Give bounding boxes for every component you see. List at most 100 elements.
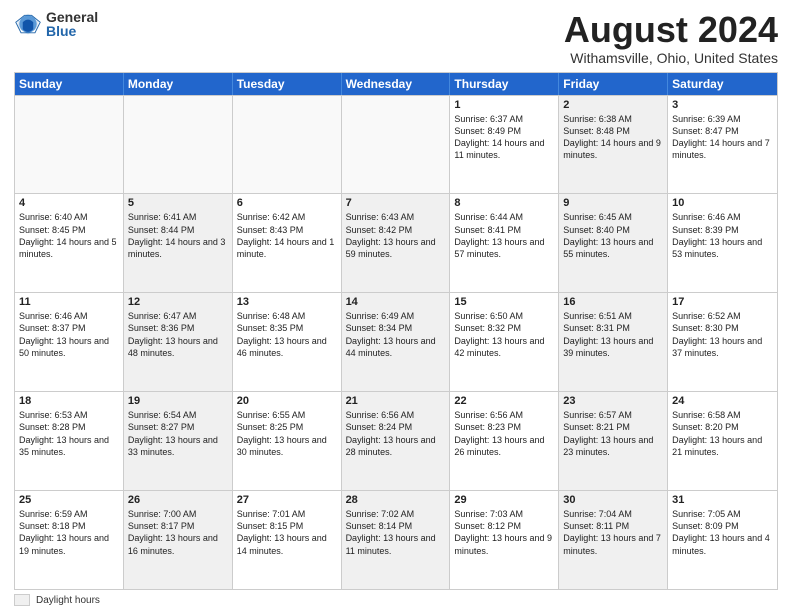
calendar-cell: 30 Sunrise: 7:04 AM Sunset: 8:11 PM Dayli…	[559, 491, 668, 589]
logo-icon	[14, 10, 42, 38]
day-number: 8	[454, 197, 554, 209]
calendar-cell: 20 Sunrise: 6:55 AM Sunset: 8:25 PM Dayli…	[233, 392, 342, 490]
calendar-cell: 10 Sunrise: 6:46 AM Sunset: 8:39 PM Dayli…	[668, 194, 777, 292]
day-number: 11	[19, 296, 119, 308]
calendar: SundayMondayTuesdayWednesdayThursdayFrid…	[14, 72, 778, 590]
cell-text: Sunrise: 6:46 AM Sunset: 8:39 PM Dayligh…	[672, 211, 773, 260]
day-number: 24	[672, 395, 773, 407]
calendar-cell: 24 Sunrise: 6:58 AM Sunset: 8:20 PM Dayli…	[668, 392, 777, 490]
logo: General Blue	[14, 10, 98, 38]
calendar-cell: 1Sunrise: 6:37 AM Sunset: 8:49 PM Daylig…	[450, 96, 559, 194]
cell-text: Sunrise: 6:50 AM Sunset: 8:32 PM Dayligh…	[454, 310, 554, 359]
day-number: 18	[19, 395, 119, 407]
weekday-header: Saturday	[668, 73, 777, 95]
day-number: 10	[672, 197, 773, 209]
calendar-row: 1Sunrise: 6:37 AM Sunset: 8:49 PM Daylig…	[15, 95, 777, 194]
calendar-cell: 23 Sunrise: 6:57 AM Sunset: 8:21 PM Dayli…	[559, 392, 668, 490]
day-number: 21	[346, 395, 446, 407]
cell-text: Sunrise: 6:56 AM Sunset: 8:23 PM Dayligh…	[454, 409, 554, 458]
calendar-cell: 18 Sunrise: 6:53 AM Sunset: 8:28 PM Dayli…	[15, 392, 124, 490]
calendar-cell: 2 Sunrise: 6:38 AM Sunset: 8:48 PM Daylig…	[559, 96, 668, 194]
calendar-cell: 19 Sunrise: 6:54 AM Sunset: 8:27 PM Dayli…	[124, 392, 233, 490]
weekday-header: Monday	[124, 73, 233, 95]
day-number: 20	[237, 395, 337, 407]
cell-text: Sunrise: 6:43 AM Sunset: 8:42 PM Dayligh…	[346, 211, 446, 260]
cell-text: Sunrise: 6:42 AM Sunset: 8:43 PM Dayligh…	[237, 211, 337, 260]
day-number: 17	[672, 296, 773, 308]
day-number: 13	[237, 296, 337, 308]
day-number: 1	[454, 99, 554, 111]
calendar-cell: 22Sunrise: 6:56 AM Sunset: 8:23 PM Dayli…	[450, 392, 559, 490]
calendar-cell	[124, 96, 233, 194]
day-number: 23	[563, 395, 663, 407]
day-number: 28	[346, 494, 446, 506]
cell-text: Sunrise: 6:58 AM Sunset: 8:20 PM Dayligh…	[672, 409, 773, 458]
cell-text: Sunrise: 6:45 AM Sunset: 8:40 PM Dayligh…	[563, 211, 663, 260]
logo-general: General	[46, 10, 98, 24]
cell-text: Sunrise: 6:48 AM Sunset: 8:35 PM Dayligh…	[237, 310, 337, 359]
day-number: 6	[237, 197, 337, 209]
calendar-cell: 15 Sunrise: 6:50 AM Sunset: 8:32 PM Dayli…	[450, 293, 559, 391]
calendar-cell: 14Sunrise: 6:49 AM Sunset: 8:34 PM Dayli…	[342, 293, 451, 391]
day-number: 30	[563, 494, 663, 506]
weekday-header: Friday	[559, 73, 668, 95]
calendar-body: 1Sunrise: 6:37 AM Sunset: 8:49 PM Daylig…	[15, 95, 777, 589]
title-block: August 2024 Withamsville, Ohio, United S…	[564, 10, 778, 66]
cell-text: Sunrise: 7:00 AM Sunset: 8:17 PM Dayligh…	[128, 508, 228, 557]
cell-text: Sunrise: 7:01 AM Sunset: 8:15 PM Dayligh…	[237, 508, 337, 557]
day-number: 14	[346, 296, 446, 308]
calendar-cell: 7 Sunrise: 6:43 AM Sunset: 8:42 PM Daylig…	[342, 194, 451, 292]
calendar-cell: 16 Sunrise: 6:51 AM Sunset: 8:31 PM Dayli…	[559, 293, 668, 391]
cell-text: Sunrise: 6:56 AM Sunset: 8:24 PM Dayligh…	[346, 409, 446, 458]
cell-text: Sunrise: 6:51 AM Sunset: 8:31 PM Dayligh…	[563, 310, 663, 359]
header: General Blue August 2024 Withamsville, O…	[14, 10, 778, 66]
cell-text: Sunrise: 6:38 AM Sunset: 8:48 PM Dayligh…	[563, 113, 663, 162]
calendar-cell: 27 Sunrise: 7:01 AM Sunset: 8:15 PM Dayli…	[233, 491, 342, 589]
legend: Daylight hours	[14, 594, 778, 606]
location: Withamsville, Ohio, United States	[564, 50, 778, 66]
calendar-cell: 13 Sunrise: 6:48 AM Sunset: 8:35 PM Dayli…	[233, 293, 342, 391]
day-number: 31	[672, 494, 773, 506]
cell-text: Sunrise: 6:47 AM Sunset: 8:36 PM Dayligh…	[128, 310, 228, 359]
calendar-cell: 29Sunrise: 7:03 AM Sunset: 8:12 PM Dayli…	[450, 491, 559, 589]
cell-text: Sunrise: 6:40 AM Sunset: 8:45 PM Dayligh…	[19, 211, 119, 260]
calendar-cell	[342, 96, 451, 194]
calendar-cell: 9Sunrise: 6:45 AM Sunset: 8:40 PM Daylig…	[559, 194, 668, 292]
weekday-header: Sunday	[15, 73, 124, 95]
day-number: 2	[563, 99, 663, 111]
calendar-cell: 11Sunrise: 6:46 AM Sunset: 8:37 PM Dayli…	[15, 293, 124, 391]
calendar-cell: 25Sunrise: 6:59 AM Sunset: 8:18 PM Dayli…	[15, 491, 124, 589]
calendar-cell: 26 Sunrise: 7:00 AM Sunset: 8:17 PM Dayli…	[124, 491, 233, 589]
day-number: 7	[346, 197, 446, 209]
cell-text: Sunrise: 6:55 AM Sunset: 8:25 PM Dayligh…	[237, 409, 337, 458]
day-number: 16	[563, 296, 663, 308]
calendar-header: SundayMondayTuesdayWednesdayThursdayFrid…	[15, 73, 777, 95]
cell-text: Sunrise: 6:54 AM Sunset: 8:27 PM Dayligh…	[128, 409, 228, 458]
calendar-cell: 3Sunrise: 6:39 AM Sunset: 8:47 PM Daylig…	[668, 96, 777, 194]
day-number: 27	[237, 494, 337, 506]
page: General Blue August 2024 Withamsville, O…	[0, 0, 792, 612]
cell-text: Sunrise: 7:05 AM Sunset: 8:09 PM Dayligh…	[672, 508, 773, 557]
cell-text: Sunrise: 7:04 AM Sunset: 8:11 PM Dayligh…	[563, 508, 663, 557]
calendar-cell: 31 Sunrise: 7:05 AM Sunset: 8:09 PM Dayli…	[668, 491, 777, 589]
legend-box	[14, 594, 30, 606]
calendar-row: 25Sunrise: 6:59 AM Sunset: 8:18 PM Dayli…	[15, 490, 777, 589]
calendar-row: 11Sunrise: 6:46 AM Sunset: 8:37 PM Dayli…	[15, 292, 777, 391]
logo-text: General Blue	[46, 10, 98, 38]
weekday-header: Wednesday	[342, 73, 451, 95]
day-number: 25	[19, 494, 119, 506]
day-number: 26	[128, 494, 228, 506]
calendar-row: 4Sunrise: 6:40 AM Sunset: 8:45 PM Daylig…	[15, 193, 777, 292]
calendar-cell: 17Sunrise: 6:52 AM Sunset: 8:30 PM Dayli…	[668, 293, 777, 391]
calendar-cell	[15, 96, 124, 194]
day-number: 15	[454, 296, 554, 308]
calendar-cell: 4Sunrise: 6:40 AM Sunset: 8:45 PM Daylig…	[15, 194, 124, 292]
logo-blue: Blue	[46, 24, 98, 38]
day-number: 29	[454, 494, 554, 506]
weekday-header: Tuesday	[233, 73, 342, 95]
day-number: 19	[128, 395, 228, 407]
calendar-cell	[233, 96, 342, 194]
cell-text: Sunrise: 6:53 AM Sunset: 8:28 PM Dayligh…	[19, 409, 119, 458]
cell-text: Sunrise: 6:57 AM Sunset: 8:21 PM Dayligh…	[563, 409, 663, 458]
day-number: 12	[128, 296, 228, 308]
